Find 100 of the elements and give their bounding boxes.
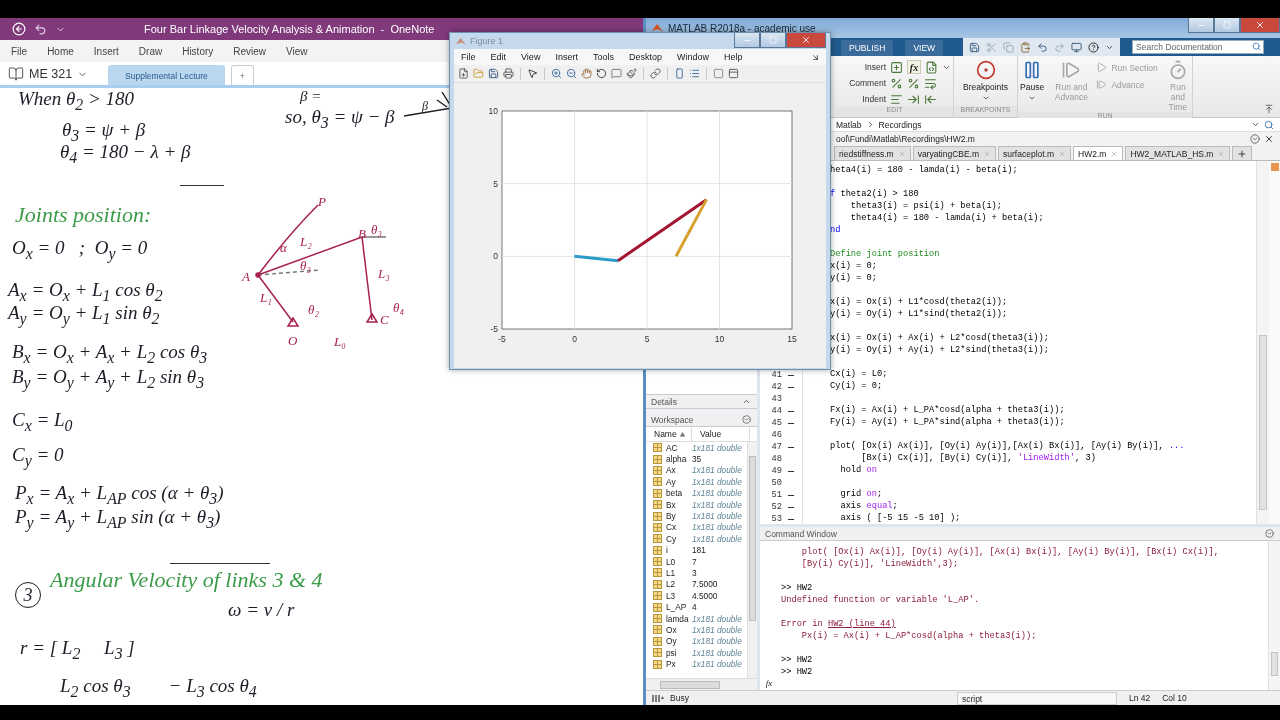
variable-name[interactable]: Oy (666, 636, 677, 647)
variable-name[interactable]: Cx (666, 522, 677, 533)
file-tab[interactable]: HW2.m (1073, 146, 1124, 160)
ink-heading: Angular Velocity of links 3 & 4 (50, 569, 323, 591)
status-text: Busy (670, 693, 689, 703)
menu-item[interactable]: File (461, 52, 476, 62)
ink-equation: B$_{y}$ = O$_{y}$ + A$_{y}$ + L$_{2}$ sin θ$_{3}$ (12, 366, 205, 394)
variable-value: 7.5000 (692, 579, 718, 590)
address-item[interactable]: Matlab (836, 119, 862, 130)
status-mode: script (956, 691, 1117, 705)
window-title: Figure 1 (470, 36, 504, 46)
menu-item[interactable]: History (182, 45, 214, 57)
variable-name[interactable]: Ox (666, 624, 677, 635)
variable-value: 1x181 double (692, 659, 742, 670)
variable-name[interactable]: Ay (666, 476, 676, 487)
file-tab[interactable]: varyatingCBE.m (912, 146, 997, 160)
menu-item[interactable]: Window (676, 52, 709, 62)
menu-item[interactable]: Insert (93, 45, 119, 57)
ribbon-label: Indent (861, 94, 886, 104)
diagram-label: θ₄ (393, 300, 404, 315)
menu-item[interactable]: Tools (592, 52, 614, 62)
variable-name[interactable]: Bx (666, 499, 676, 510)
variable-name[interactable]: psi (666, 647, 677, 658)
run-button[interactable]: Pause (1018, 60, 1047, 102)
line-number: 42 (770, 382, 782, 392)
sketch-label: β (422, 99, 428, 113)
menu-item[interactable]: Home (47, 45, 74, 57)
address-item[interactable]: Recordings (878, 119, 922, 130)
line-number: 46 (770, 430, 782, 440)
variable-name[interactable]: L0 (666, 556, 676, 567)
code-line: x(i) = Ox(i) + L1*cosd(theta2(i)); (829, 297, 1008, 309)
diagram-label: α (280, 240, 287, 255)
column-header[interactable]: Value (692, 426, 750, 442)
menu-item[interactable]: Edit (490, 52, 507, 62)
menu-item[interactable]: Insert (555, 52, 578, 62)
tick-label: 5 (644, 334, 650, 344)
ink-equation: r = [ L$_{2}$ L$_{3}$ ] (20, 637, 135, 664)
file-tab[interactable]: HW2_MATLAB_HS.m (1125, 146, 1231, 160)
menu-item[interactable]: View (286, 45, 308, 57)
variable-name[interactable]: Px (666, 659, 676, 670)
code-line: Fx(i) = Ax(i) + L_PA*cosd(alpha + theta3(i)); (829, 405, 1065, 417)
search-field[interactable]: Search Documentation (1132, 40, 1265, 54)
diagram-label: C (380, 312, 389, 327)
variable-name[interactable]: AC (666, 442, 678, 453)
notebook-selector[interactable]: ME 321 (8, 63, 89, 85)
function-browser-button[interactable]: fx (765, 678, 773, 688)
column-header[interactable]: Name (646, 426, 692, 442)
line-number: 52 (770, 502, 782, 512)
diagram-label: L₂ (300, 234, 312, 249)
console-line: plot( [Ox(i) Ax(i)], [Oy(i) Ay(i)], [Ax(i) Bx(i)], [Ay(i) By(i)], [Bx(i) Cx(i)], (800, 547, 1219, 557)
ink-equation: ω = v / r (228, 599, 295, 621)
variable-name[interactable]: Cy (666, 533, 677, 544)
menu-item[interactable]: Review (233, 45, 267, 57)
code-line: grid on; (839, 489, 883, 501)
ink-equation: C$_{x}$ = L$_{0}$ (12, 409, 73, 436)
code-line: nd (829, 225, 841, 237)
file-tab[interactable]: riedstiffness.m (834, 146, 911, 160)
ink-equation: B$_{x}$ = O$_{x}$ + A$_{x}$ + L$_{2}$ cos θ$_{3}$ (12, 341, 208, 368)
line-number: 45 (770, 418, 782, 428)
menu-item[interactable]: View (521, 52, 541, 62)
variable-value: 1x181 double (692, 636, 742, 647)
variable-name[interactable]: L_AP (666, 602, 687, 613)
variable-name[interactable]: Ax (666, 465, 676, 476)
variable-name[interactable]: L2 (666, 579, 676, 590)
menu-item[interactable]: Help (723, 52, 743, 62)
cursor-line: Ln 42 (1128, 693, 1151, 703)
variable-name[interactable]: lamda (666, 613, 689, 624)
breakpoints-button[interactable]: Breakpoints (957, 60, 1014, 102)
tick-label: 10 (488, 106, 498, 116)
variable-name[interactable]: L3 (666, 590, 676, 601)
variable-value: 1x181 double (692, 533, 742, 544)
variable-name[interactable]: beta (666, 488, 683, 499)
toolstrip-tab[interactable]: VIEW (905, 40, 944, 56)
ink-equation: O$_{x}$ = 0 ; O$_{y}$ = 0 (12, 237, 148, 265)
panel-title: Details (651, 396, 677, 407)
diagram-label: P (318, 194, 326, 209)
section-tab[interactable]: + (230, 65, 254, 85)
file-tab[interactable]: surfaceplot.m (998, 146, 1072, 160)
code-line: axis ( [-5 15 -5 10] ); (839, 513, 961, 524)
file-path: ool\Fundi\Matlab\Recordings\HW2.m (836, 134, 975, 144)
variable-name[interactable]: alpha (666, 454, 687, 465)
menu-item[interactable]: Draw (138, 45, 163, 57)
function-button[interactable]: fx (907, 60, 921, 74)
console-line: Undefined function or variable 'L_AP'. (781, 595, 980, 605)
diagram-label: A (242, 269, 250, 284)
variable-name[interactable]: L1 (666, 568, 676, 578)
variable-name[interactable]: By (666, 511, 676, 522)
variable-value: 181 (692, 545, 706, 556)
ink-equation: P$_{x}$ = A$_{x}$ + L$_{AP}$ cos (α + θ$_{3}$) (15, 482, 224, 509)
variable-value: 4.5000 (692, 590, 718, 601)
section-tab[interactable]: Supplemental Lecture (108, 65, 225, 85)
ink-text: β = (300, 88, 322, 104)
code-line: hold on (839, 465, 877, 477)
diagram-label: θ₃ (300, 258, 311, 273)
toolstrip-tab[interactable]: PUBLISH (841, 40, 894, 56)
code-line: heta4(i) = 180 - lamda(i) - beta(i); (829, 165, 1018, 177)
menu-item[interactable]: Desktop (628, 52, 662, 62)
menu-item[interactable]: File (11, 45, 28, 57)
variable-value: 1x181 double (692, 511, 742, 522)
variable-name[interactable]: i (666, 545, 668, 556)
